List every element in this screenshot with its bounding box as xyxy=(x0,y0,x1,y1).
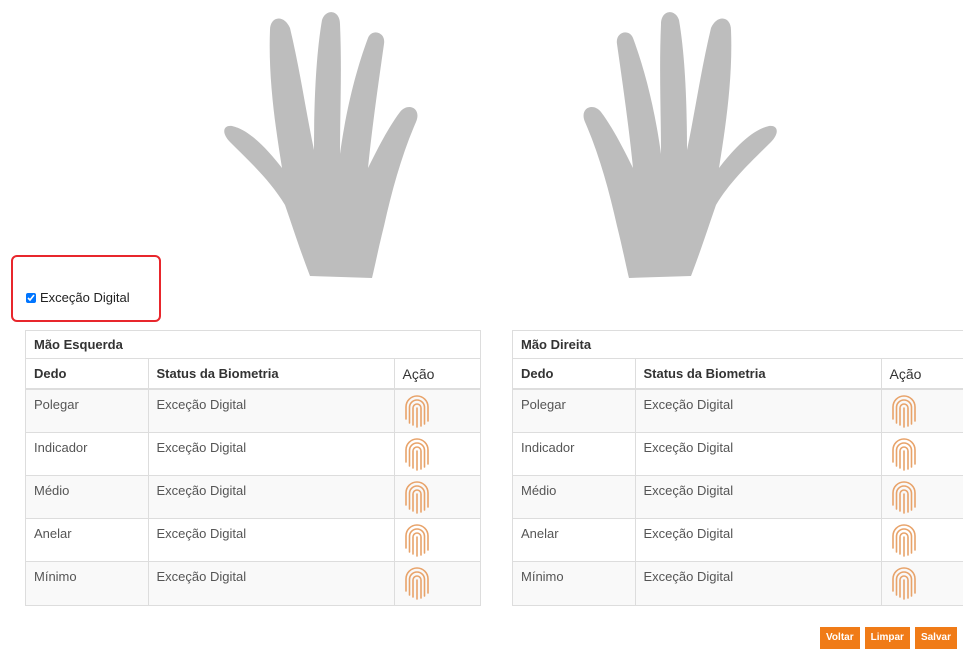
finger-cell: Médio xyxy=(26,475,149,519)
fingerprint-icon[interactable] xyxy=(890,436,918,472)
column-header-status: Status da Biometria xyxy=(148,359,395,390)
exception-checkbox-label: Exceção Digital xyxy=(40,290,130,305)
finger-cell: Indicador xyxy=(513,432,636,476)
table-header-row: Dedo Status da Biometria Ação xyxy=(26,359,480,390)
exception-digital-checkbox[interactable]: Exceção Digital xyxy=(26,290,130,305)
action-cell xyxy=(881,432,963,476)
column-header-action: Ação xyxy=(881,359,963,390)
action-cell xyxy=(394,561,480,605)
column-header-action: Ação xyxy=(394,359,480,390)
fingerprint-icon[interactable] xyxy=(403,565,431,601)
left-hand-icon[interactable] xyxy=(224,12,418,278)
fingerprint-icon[interactable] xyxy=(890,479,918,515)
status-cell: Exceção Digital xyxy=(635,432,882,476)
finger-cell: Indicador xyxy=(26,432,149,476)
form-actions: Voltar Limpar Salvar xyxy=(820,627,957,649)
column-header-finger: Dedo xyxy=(26,359,149,390)
action-cell xyxy=(881,561,963,605)
exception-highlight-box xyxy=(11,255,161,322)
fingerprint-icon[interactable] xyxy=(890,565,918,601)
finger-cell: Polegar xyxy=(513,388,636,433)
right-hand-icon[interactable] xyxy=(583,12,777,278)
exception-checkbox-input[interactable] xyxy=(26,292,36,303)
right-hand-panel: Mão Direita Dedo Status da Biometria Açã… xyxy=(512,330,963,606)
fingerprint-icon[interactable] xyxy=(403,522,431,558)
action-cell xyxy=(394,475,480,519)
save-button[interactable]: Salvar xyxy=(914,627,957,649)
finger-cell: Mínimo xyxy=(26,561,149,605)
action-cell xyxy=(394,518,480,562)
column-header-finger: Dedo xyxy=(513,359,636,390)
finger-cell: Anelar xyxy=(513,518,636,562)
fingerprint-icon[interactable] xyxy=(403,393,431,429)
status-cell: Exceção Digital xyxy=(635,518,882,562)
status-cell: Exceção Digital xyxy=(635,475,882,519)
table-row: Polegar Exceção Digital xyxy=(26,388,480,433)
action-cell xyxy=(881,388,963,433)
finger-cell: Mínimo xyxy=(513,561,636,605)
action-cell xyxy=(394,388,480,433)
fingerprint-icon[interactable] xyxy=(890,522,918,558)
status-cell: Exceção Digital xyxy=(148,561,395,605)
finger-cell: Anelar xyxy=(26,518,149,562)
finger-cell: Médio xyxy=(513,475,636,519)
right-hand-panel-title: Mão Direita xyxy=(513,331,963,359)
back-button[interactable]: Voltar xyxy=(820,627,860,649)
table-row: Médio Exceção Digital xyxy=(513,475,963,519)
status-cell: Exceção Digital xyxy=(635,561,882,605)
table-row: Anelar Exceção Digital xyxy=(26,518,480,562)
status-cell: Exceção Digital xyxy=(148,475,395,519)
fingerprint-icon[interactable] xyxy=(403,479,431,515)
left-hand-panel-title: Mão Esquerda xyxy=(26,331,480,359)
action-cell xyxy=(394,432,480,476)
action-cell xyxy=(881,475,963,519)
fingerprint-icon[interactable] xyxy=(403,436,431,472)
status-cell: Exceção Digital xyxy=(148,518,395,562)
table-row: Mínimo Exceção Digital xyxy=(26,561,480,605)
table-row: Mínimo Exceção Digital xyxy=(513,561,963,605)
left-hand-panel: Mão Esquerda Dedo Status da Biometria Aç… xyxy=(25,330,481,606)
table-row: Médio Exceção Digital xyxy=(26,475,480,519)
status-cell: Exceção Digital xyxy=(148,388,395,433)
table-row: Anelar Exceção Digital xyxy=(513,518,963,562)
finger-cell: Polegar xyxy=(26,388,149,433)
table-row: Indicador Exceção Digital xyxy=(26,432,480,476)
status-cell: Exceção Digital xyxy=(635,388,882,433)
left-hand-table: Dedo Status da Biometria Ação Polegar Ex… xyxy=(26,359,480,605)
column-header-status: Status da Biometria xyxy=(635,359,882,390)
fingerprint-icon[interactable] xyxy=(890,393,918,429)
table-header-row: Dedo Status da Biometria Ação xyxy=(513,359,963,390)
table-row: Polegar Exceção Digital xyxy=(513,388,963,433)
action-cell xyxy=(881,518,963,562)
clear-button[interactable]: Limpar xyxy=(864,627,910,649)
table-row: Indicador Exceção Digital xyxy=(513,432,963,476)
right-hand-table: Dedo Status da Biometria Ação Polegar Ex… xyxy=(513,359,963,605)
status-cell: Exceção Digital xyxy=(148,432,395,476)
